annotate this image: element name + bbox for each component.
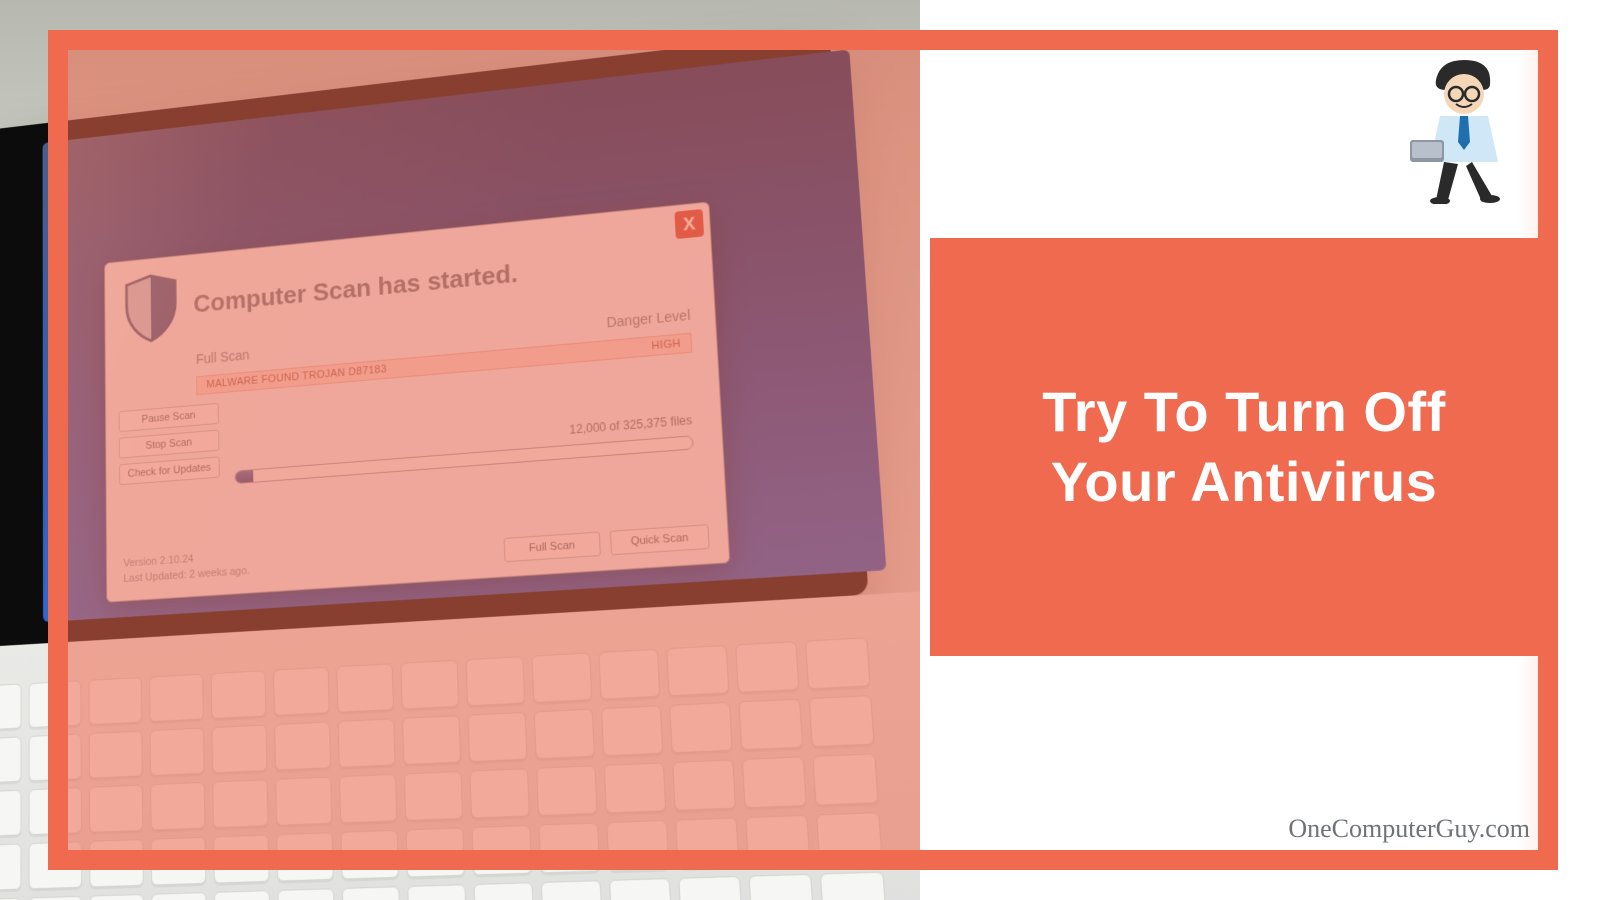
threat-level: HIGH — [651, 338, 681, 352]
scan-mode-label: Full Scan — [196, 347, 250, 367]
infographic-canvas: X Computer Scan has started. Fu — [0, 0, 1600, 900]
laptop: X Computer Scan has started. Fu — [0, 16, 920, 844]
close-icon[interactable]: X — [674, 209, 704, 239]
full-scan-button[interactable]: Full Scan — [504, 532, 601, 563]
stop-scan-button[interactable]: Stop Scan — [119, 430, 220, 459]
laptop-screen: X Computer Scan has started. Fu — [43, 49, 887, 622]
headline-panel: Try To Turn Off Your Antivirus — [930, 238, 1558, 656]
mascot-icon — [1406, 54, 1518, 204]
danger-level-label: Danger Level — [606, 307, 691, 330]
progress-bar-fill — [235, 470, 253, 483]
dialog-title: Computer Scan has started. — [193, 258, 518, 319]
check-updates-button[interactable]: Check for Updates — [119, 456, 220, 485]
progress-bar — [235, 435, 694, 484]
site-watermark: OneComputerGuy.com — [1288, 814, 1530, 844]
headline-text: Try To Turn Off Your Antivirus — [974, 377, 1514, 517]
version-info: Version 2.10.24 Last Updated: 2 weeks ag… — [123, 549, 250, 587]
laptop-photo: X Computer Scan has started. Fu — [0, 0, 920, 900]
pause-scan-button[interactable]: Pause Scan — [119, 403, 219, 432]
laptop-keys — [0, 637, 887, 900]
laptop-screen-bezel: X Computer Scan has started. Fu — [0, 30, 869, 646]
quick-scan-button[interactable]: Quick Scan — [610, 524, 710, 555]
antivirus-scan-dialog: X Computer Scan has started. Fu — [104, 201, 730, 602]
progress-count: 12,000 of 325,375 files — [569, 413, 692, 437]
shield-icon — [123, 271, 179, 345]
